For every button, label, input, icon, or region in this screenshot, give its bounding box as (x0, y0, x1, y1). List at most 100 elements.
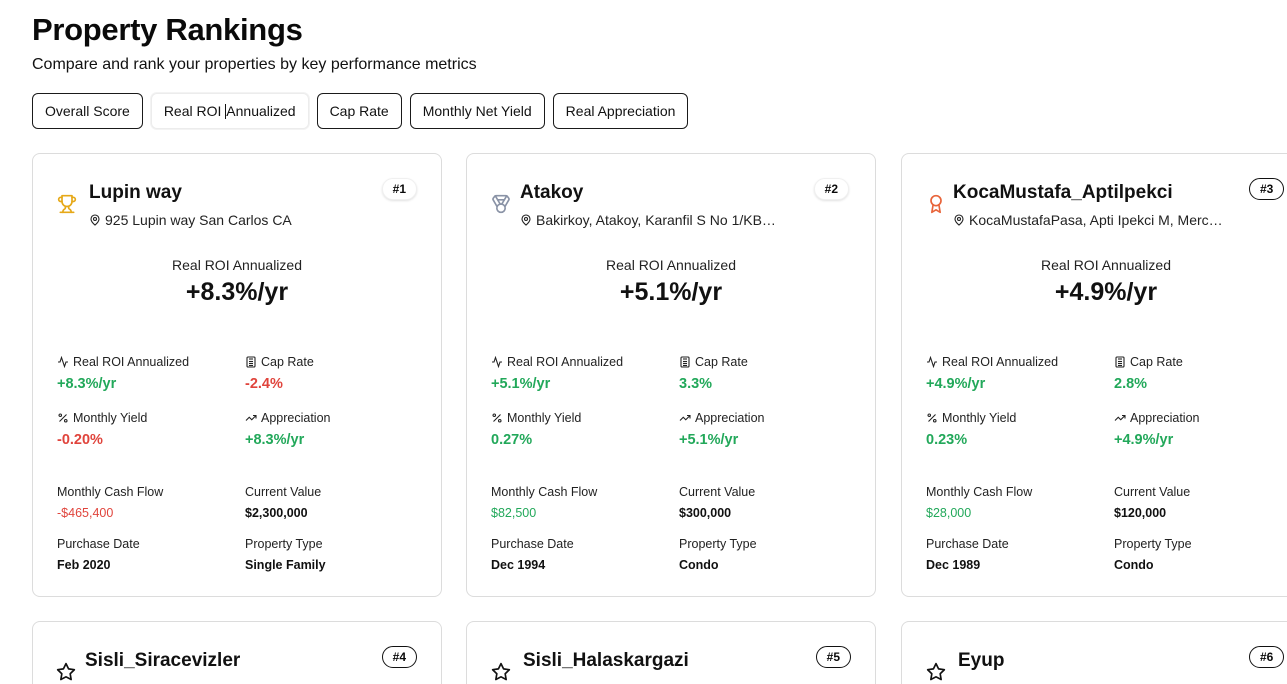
detail-label: Property Type (1114, 537, 1192, 551)
metric-appreciation: Appreciation +8.3%/yr (245, 411, 425, 448)
rank-badge: #4 (381, 646, 417, 668)
detail-label: Property Type (679, 537, 757, 551)
metric-value: +4.9%/yr (926, 376, 986, 392)
property-card[interactable]: Sisli_Halaskargazi #5 (466, 621, 876, 684)
trending-up-icon (245, 414, 257, 421)
property-address: KocaMustafaPasa, Apti Ipekci M, Merc… (953, 212, 1223, 228)
ranking-metric-tabs: Overall Score Real ROI Annualized Cap Ra… (32, 93, 689, 129)
detail-purchase-date: Purchase Date Feb 2020 (57, 537, 237, 572)
detail-cash-flow: Monthly Cash Flow $82,500 (491, 485, 671, 520)
metric-label: Appreciation (261, 411, 331, 425)
property-card[interactable]: Atakoy Bakirkoy, Atakoy, Karanfil S No 1… (466, 153, 876, 597)
map-pin-icon (90, 214, 100, 226)
hero-metric-value: +8.3%/yr (185, 278, 289, 306)
page-subtitle: Compare and rank your properties by key … (32, 56, 477, 73)
property-name: KocaMustafa_Aptilpekci (953, 182, 1173, 203)
detail-label: Purchase Date (57, 537, 140, 551)
rank-badge: #3 (1249, 178, 1285, 200)
medal-icon (492, 194, 510, 214)
detail-purchase-date: Purchase Date Dec 1994 (491, 537, 671, 572)
tab-label-part: Real ROI (163, 103, 222, 119)
detail-value: Dec 1994 (491, 558, 546, 572)
detail-label: Monthly Cash Flow (57, 485, 164, 499)
metric-roi: Real ROI Annualized +8.3%/yr (57, 355, 237, 392)
detail-value: $120,000 (1114, 506, 1167, 520)
metric-label: Real ROI Annualized (73, 355, 190, 369)
metric-cap-rate: Cap Rate 3.3% (679, 355, 859, 392)
trending-up-icon (679, 414, 691, 421)
detail-label: Current Value (245, 485, 322, 499)
star-icon (56, 662, 76, 681)
metric-value: -0.20% (57, 432, 103, 448)
tab-overall-score[interactable]: Overall Score (32, 93, 143, 129)
detail-property-type: Property Type Condo (679, 537, 859, 572)
metric-label: Cap Rate (261, 355, 314, 369)
property-card[interactable]: Eyup #6 (901, 621, 1287, 684)
rank-badge: #1 (381, 178, 417, 200)
detail-label: Current Value (679, 485, 756, 499)
metric-value: +5.1%/yr (679, 432, 739, 448)
tab-real-roi-annualized[interactable]: Real ROI Annualized (150, 93, 309, 129)
address-text: Bakirkoy, Atakoy, Karanfil S No 1/KB… (536, 212, 776, 228)
hero-metric-label: Real ROI Annualized (172, 257, 302, 273)
rank-badge: #5 (815, 646, 851, 668)
metric-value: -2.4% (245, 376, 283, 392)
calculator-icon (680, 356, 690, 368)
property-card[interactable]: KocaMustafa_Aptilpekci KocaMustafaPasa, … (901, 153, 1287, 597)
rank-badge: #2 (813, 178, 849, 200)
hero-metric-label: Real ROI Annualized (606, 257, 736, 273)
metric-label: Cap Rate (695, 355, 748, 369)
detail-value: $2,300,000 (245, 506, 308, 520)
detail-label: Current Value (1114, 485, 1191, 499)
activity-icon (492, 356, 502, 368)
tab-cap-rate[interactable]: Cap Rate (316, 93, 402, 129)
metric-value: +4.9%/yr (1114, 432, 1174, 448)
tab-monthly-net-yield[interactable]: Monthly Net Yield (409, 93, 545, 129)
detail-value: Condo (1114, 558, 1154, 572)
star-icon (491, 662, 511, 681)
metric-label: Appreciation (1130, 411, 1200, 425)
detail-value: Single Family (245, 558, 326, 572)
metric-value: 2.8% (1114, 376, 1148, 392)
tab-real-appreciation[interactable]: Real Appreciation (552, 93, 689, 129)
property-address: Bakirkoy, Atakoy, Karanfil S No 1/KB… (520, 212, 776, 228)
percent-icon (58, 413, 68, 423)
detail-label: Monthly Cash Flow (491, 485, 598, 499)
award-icon (930, 194, 942, 214)
metric-monthly-yield: Monthly Yield 0.27% (491, 411, 671, 448)
detail-label: Monthly Cash Flow (926, 485, 1033, 499)
metric-value: 0.23% (926, 432, 968, 448)
percent-icon (927, 413, 937, 423)
detail-purchase-date: Purchase Date Dec 1989 (926, 537, 1106, 572)
property-card[interactable]: Sisli_Siracevizler #4 (32, 621, 442, 684)
metric-label: Appreciation (695, 411, 765, 425)
detail-value: Feb 2020 (57, 558, 111, 572)
calculator-icon (1115, 356, 1125, 368)
metric-value: +5.1%/yr (491, 376, 551, 392)
detail-label: Purchase Date (926, 537, 1009, 551)
metric-value: 0.27% (491, 432, 533, 448)
activity-icon (58, 356, 68, 368)
metric-roi: Real ROI Annualized +5.1%/yr (491, 355, 671, 392)
detail-value: Dec 1989 (926, 558, 981, 572)
detail-label: Property Type (245, 537, 323, 551)
detail-property-type: Property Type Condo (1114, 537, 1287, 572)
detail-value: $82,500 (491, 506, 537, 520)
activity-icon (927, 356, 937, 368)
metric-value: +8.3%/yr (245, 432, 305, 448)
metric-appreciation: Appreciation +4.9%/yr (1114, 411, 1287, 448)
detail-current-value: Current Value $300,000 (679, 485, 859, 520)
property-card[interactable]: Lupin way 925 Lupin way San Carlos CA #1… (32, 153, 442, 597)
property-name: Eyup (958, 650, 1005, 671)
detail-value: $28,000 (926, 506, 972, 520)
metric-label: Monthly Yield (942, 411, 1017, 425)
map-pin-icon (954, 214, 964, 226)
metric-cap-rate: Cap Rate 2.8% (1114, 355, 1287, 392)
property-name: Sisli_Siracevizler (85, 650, 241, 671)
metric-cap-rate: Cap Rate -2.4% (245, 355, 425, 392)
detail-value: $300,000 (679, 506, 732, 520)
hero-metric-value: +4.9%/yr (1054, 278, 1158, 306)
detail-value: Condo (679, 558, 719, 572)
metric-appreciation: Appreciation +5.1%/yr (679, 411, 859, 448)
detail-cash-flow: Monthly Cash Flow $28,000 (926, 485, 1106, 520)
